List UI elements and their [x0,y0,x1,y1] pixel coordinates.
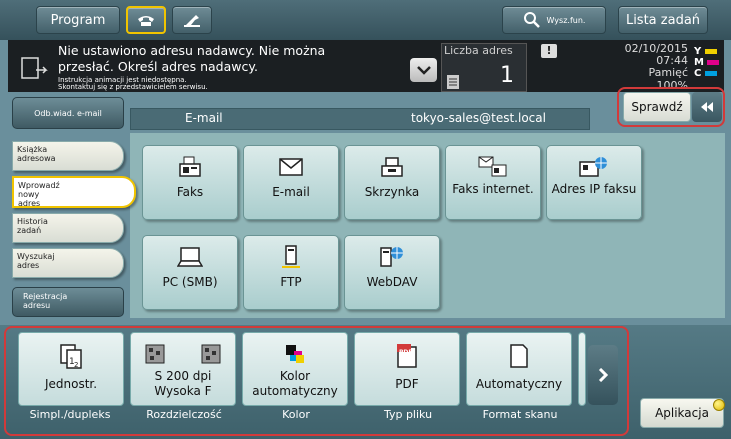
expand-message-button[interactable] [410,58,437,82]
more-setting-tile[interactable] [578,332,586,406]
toner-y-label: Y [694,46,702,57]
resolution-label: Rozdzielczość [146,408,222,421]
color-value: Kolor automatyczny [252,369,338,398]
tab-search-address-label: Wyszukaj adres [17,252,55,270]
receive-email-label: Odb.wiad. e-mail [34,108,102,118]
resolution-setting[interactable]: S 200 dpi Wysoka F [130,332,236,406]
program-button[interactable]: Program [36,6,120,34]
memory-label: Pamięć [648,66,688,79]
file-type-value: PDF [395,377,419,391]
tile-fax-label: Faks [176,185,204,199]
tab-new-address-label: Wprowadź nowy adres [18,181,60,208]
check-label: Sprawdź [631,100,683,114]
tab-address-book[interactable]: Książka adresowa [12,141,124,171]
job-list-button[interactable]: Lista zadań [618,6,708,34]
ip-fax-icon [579,157,607,177]
tile-internet-fax[interactable]: Faks internet. [445,145,541,220]
job-list-label: Lista zadań [625,12,701,28]
date-time: 02/10/2015 07:44 Pamięć 100% [602,43,688,92]
applications-label: Aplikacja [655,406,709,420]
fax-icon [179,156,201,177]
search-icon [523,12,540,28]
envelope-icon [279,158,303,176]
search-label: Wysz.fun. [546,15,586,25]
receive-email-button[interactable]: Odb.wiad. e-mail [12,97,124,129]
phone-icon [138,16,154,26]
warning-doc-icon [18,56,48,82]
tile-internet-fax-label: Faks internet. [452,182,534,196]
resolution-icon [145,344,221,364]
tile-ip-fax[interactable]: Adres IP faksu [546,145,642,220]
tile-ftp[interactable]: FTP [243,235,339,310]
onhook-icon [184,15,200,27]
onhook-button[interactable] [172,6,212,34]
email-field-value: tokyo-sales@test.local [411,111,546,125]
tile-fax[interactable]: Faks [142,145,238,220]
status-indicator [713,399,725,411]
toner-m-label: M [694,57,704,68]
pc-icon [177,247,203,267]
tab-search-address[interactable]: Wyszukaj adres [12,248,124,278]
tab-job-history[interactable]: Historia zadań [12,213,124,243]
color-icon [286,345,304,363]
chevron-right-icon [598,368,608,382]
message-line-1: Nie ustawiono adresu nadawcy. Nie można [58,43,326,58]
tile-email-label: E-mail [272,185,310,199]
tab-address-book-label: Książka adresowa [17,145,56,163]
tile-box-label: Skrzynka [364,185,420,199]
duplex-value: Jednostr. [44,377,98,391]
scan-size-setting[interactable]: Automatyczny [466,332,572,406]
tile-email[interactable]: E-mail [243,145,339,220]
tile-pc-smb[interactable]: PC (SMB) [142,235,238,310]
message-line-4: Skontaktuj się z przedstawicielem serwis… [58,83,208,91]
scan-size-value: Automatyczny [475,377,563,391]
check-button[interactable]: Sprawdź [623,92,691,122]
duplex-icon: 12 [60,344,82,369]
tile-webdav[interactable]: WebDAV [344,235,440,310]
list-icon [447,74,459,89]
address-count-label: Liczba adres [444,44,513,57]
server-icon [282,245,300,268]
svg-text:2: 2 [74,361,78,369]
tile-pc-smb-label: PC (SMB) [162,275,218,289]
duplex-label: Simpl./dupleks [29,408,111,421]
duplex-setting[interactable]: 12 Jednostr. [18,332,124,406]
chevron-down-icon [416,65,431,75]
toner-levels: Y M C [694,46,720,79]
applications-button[interactable]: Aplikacja [640,398,724,428]
file-type-label: Typ pliku [383,408,433,421]
toner-c-label: C [694,68,702,79]
pdf-badge: PDF [399,349,413,356]
color-label: Kolor [282,408,310,421]
collapse-button[interactable] [692,92,722,122]
phone-button[interactable] [126,6,166,34]
scan-size-label: Format skanu [482,408,558,421]
box-icon [381,157,403,177]
internet-fax-icon [478,156,507,177]
tile-box[interactable]: Skrzynka [344,145,440,220]
alert-icon[interactable]: ! [541,44,557,58]
file-type-setting[interactable]: PDF PDF [354,332,460,406]
tile-ftp-label: FTP [280,275,302,289]
double-chevron-left-icon [701,102,713,112]
page-icon [510,344,528,368]
search-function-button[interactable]: Wysz.fun. [502,6,606,34]
address-count-value: 1 [500,63,514,88]
webdav-icon [380,247,403,267]
resolution-value: S 200 dpi Wysoka F [154,369,212,398]
tab-new-address[interactable]: Wprowadź nowy adres [12,176,136,208]
tile-webdav-label: WebDAV [366,275,418,289]
email-field-label: E-mail [185,111,223,125]
program-label: Program [50,12,106,28]
register-address-label: Rejestracja adresu [23,292,68,310]
tile-ip-fax-label: Adres IP faksu [551,182,637,196]
tab-job-history-label: Historia zadań [17,217,48,235]
message-line-2: przesłać. Określ adres nadawcy. [58,59,258,74]
next-page-button[interactable] [588,345,618,405]
register-address-button[interactable]: Rejestracja adresu [12,287,124,317]
color-setting[interactable]: Kolor automatyczny [242,332,348,406]
